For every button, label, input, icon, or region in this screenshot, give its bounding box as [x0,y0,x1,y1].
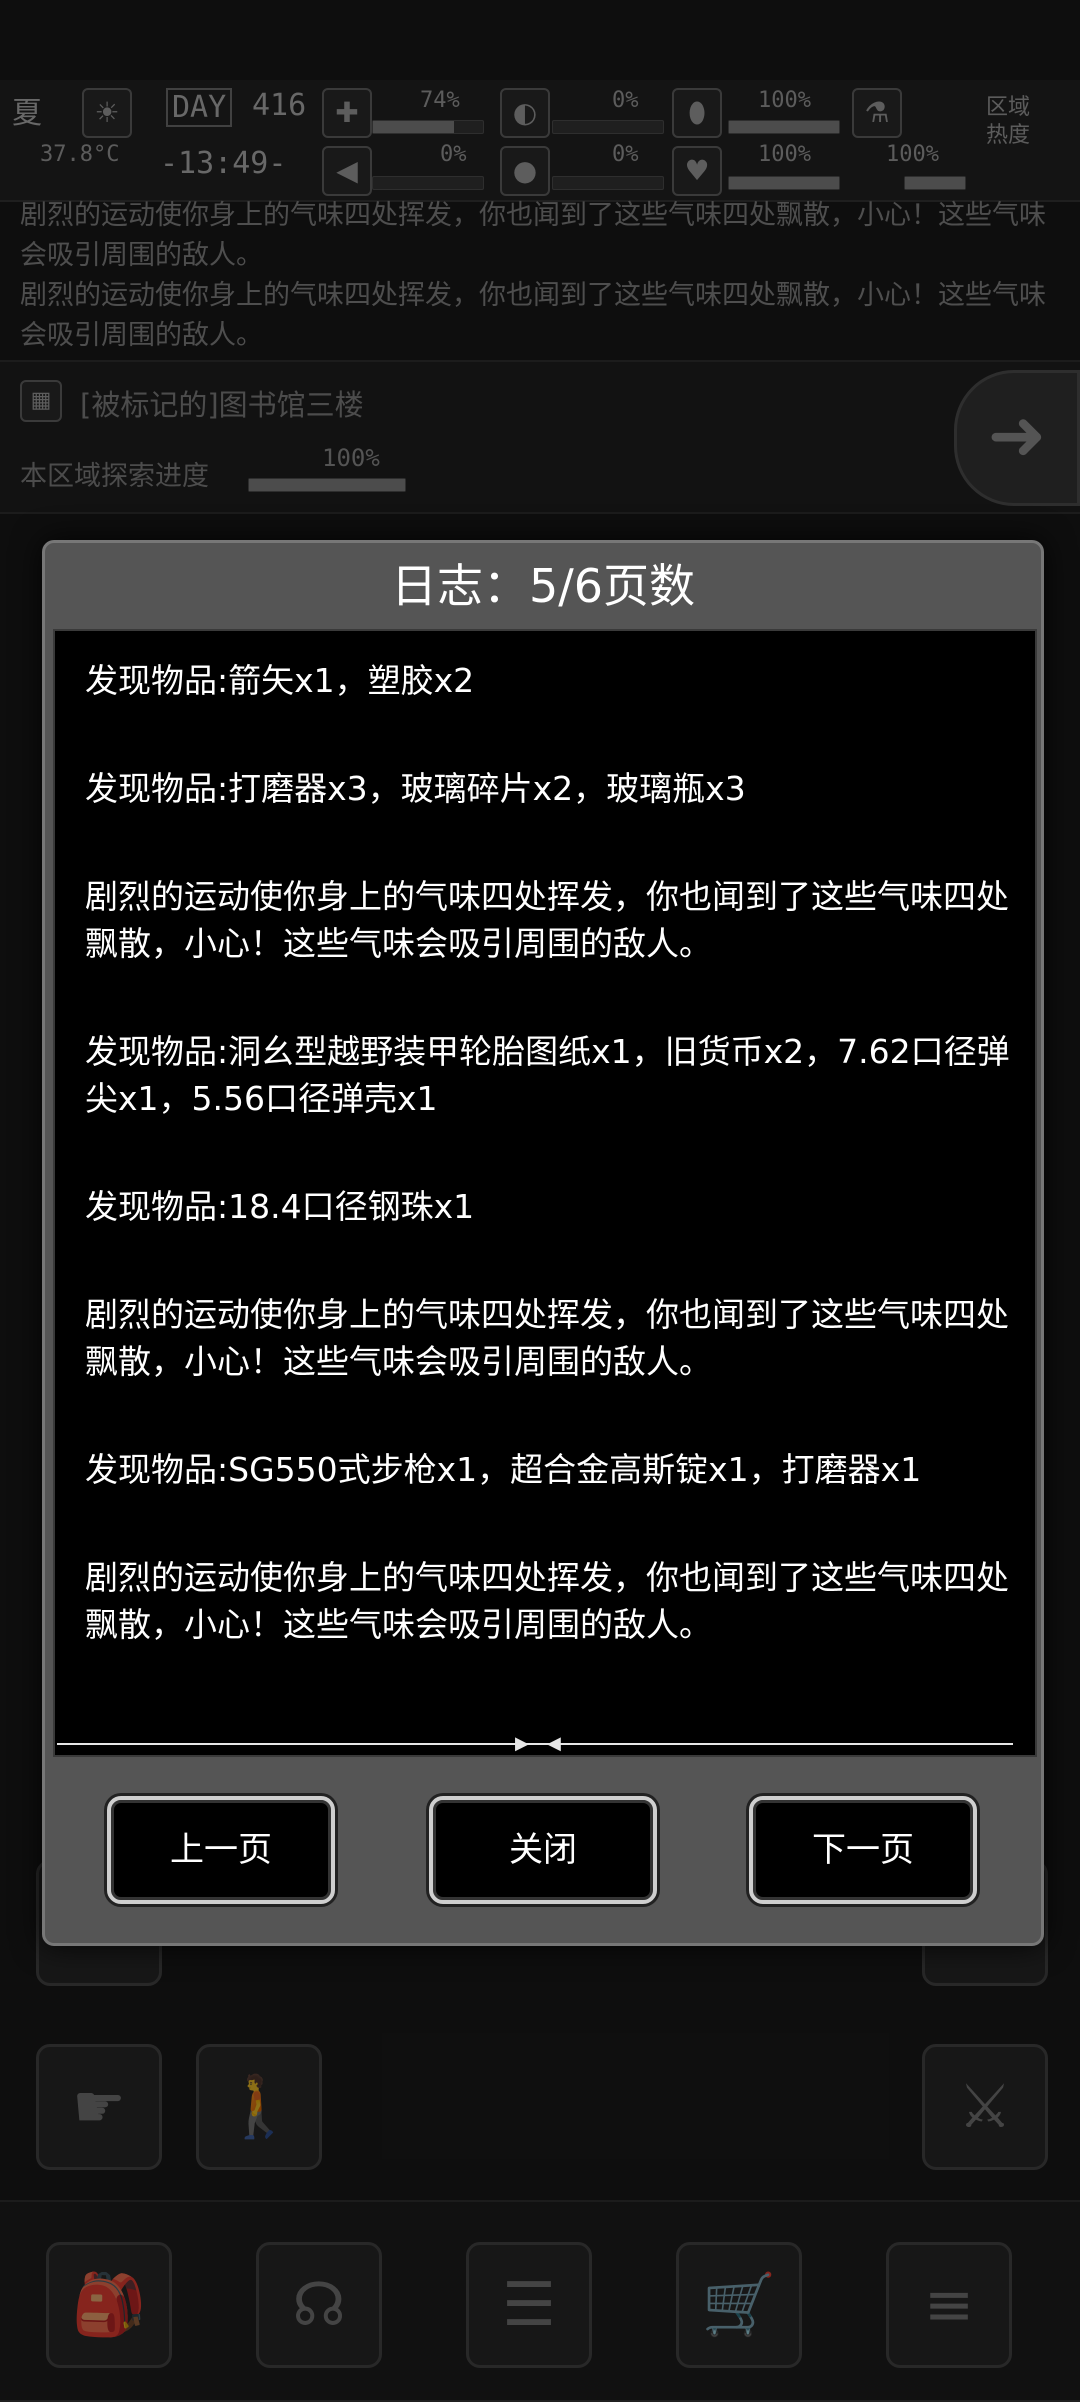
prev-page-button[interactable]: 上一页 [107,1796,335,1904]
close-button[interactable]: 关闭 [429,1796,657,1904]
bottom-divider: ▶ ◀ [57,1733,1013,1754]
next-page-button[interactable]: 下一页 [749,1796,977,1904]
log-entry: 发现物品:箭矢x1，塑胶x2 [85,661,475,700]
log-content[interactable]: 发现物品:箭矢x1，塑胶x2 发现物品:打磨器x3，玻璃碎片x2，玻璃瓶x3 剧… [53,629,1037,1757]
log-entry: 剧烈的运动使你身上的气味四处挥发，你也闻到了这些气味四处飘散，小心！这些气味会吸… [85,877,1009,963]
log-entry: 剧烈的运动使你身上的气味四处挥发，你也闻到了这些气味四处飘散，小心！这些气味会吸… [85,1558,1009,1644]
log-entry: 发现物品:SG550式步枪x1，超合金高斯锭x1，打磨器x1 [85,1450,922,1489]
dialog-title: 日志：5/6页数 [390,559,696,613]
log-list: 发现物品:箭矢x1，塑胶x2 发现物品:打磨器x3，玻璃碎片x2，玻璃瓶x3 剧… [85,657,1015,1709]
arrow-right-icon: ▶ [515,1733,529,1754]
log-entry: 发现物品:洞幺型越野装甲轮胎图纸x1，旧货币x2，7.62口径弹尖x1，5.56… [85,1032,1010,1118]
log-entry: 剧烈的运动使你身上的气味四处挥发，你也闻到了这些气味四处飘散，小心！这些气味会吸… [85,1295,1009,1381]
log-dialog: 日志：5/6页数 ▶ ◀ 发现物品:箭矢x1，塑胶x2 发现物品:打磨器x3，玻… [42,540,1044,1946]
arrow-left-icon: ◀ [547,1733,561,1754]
log-entry: 发现物品:18.4口径钢珠x1 [85,1187,475,1226]
log-entry: 发现物品:打磨器x3，玻璃碎片x2，玻璃瓶x3 [85,769,746,808]
